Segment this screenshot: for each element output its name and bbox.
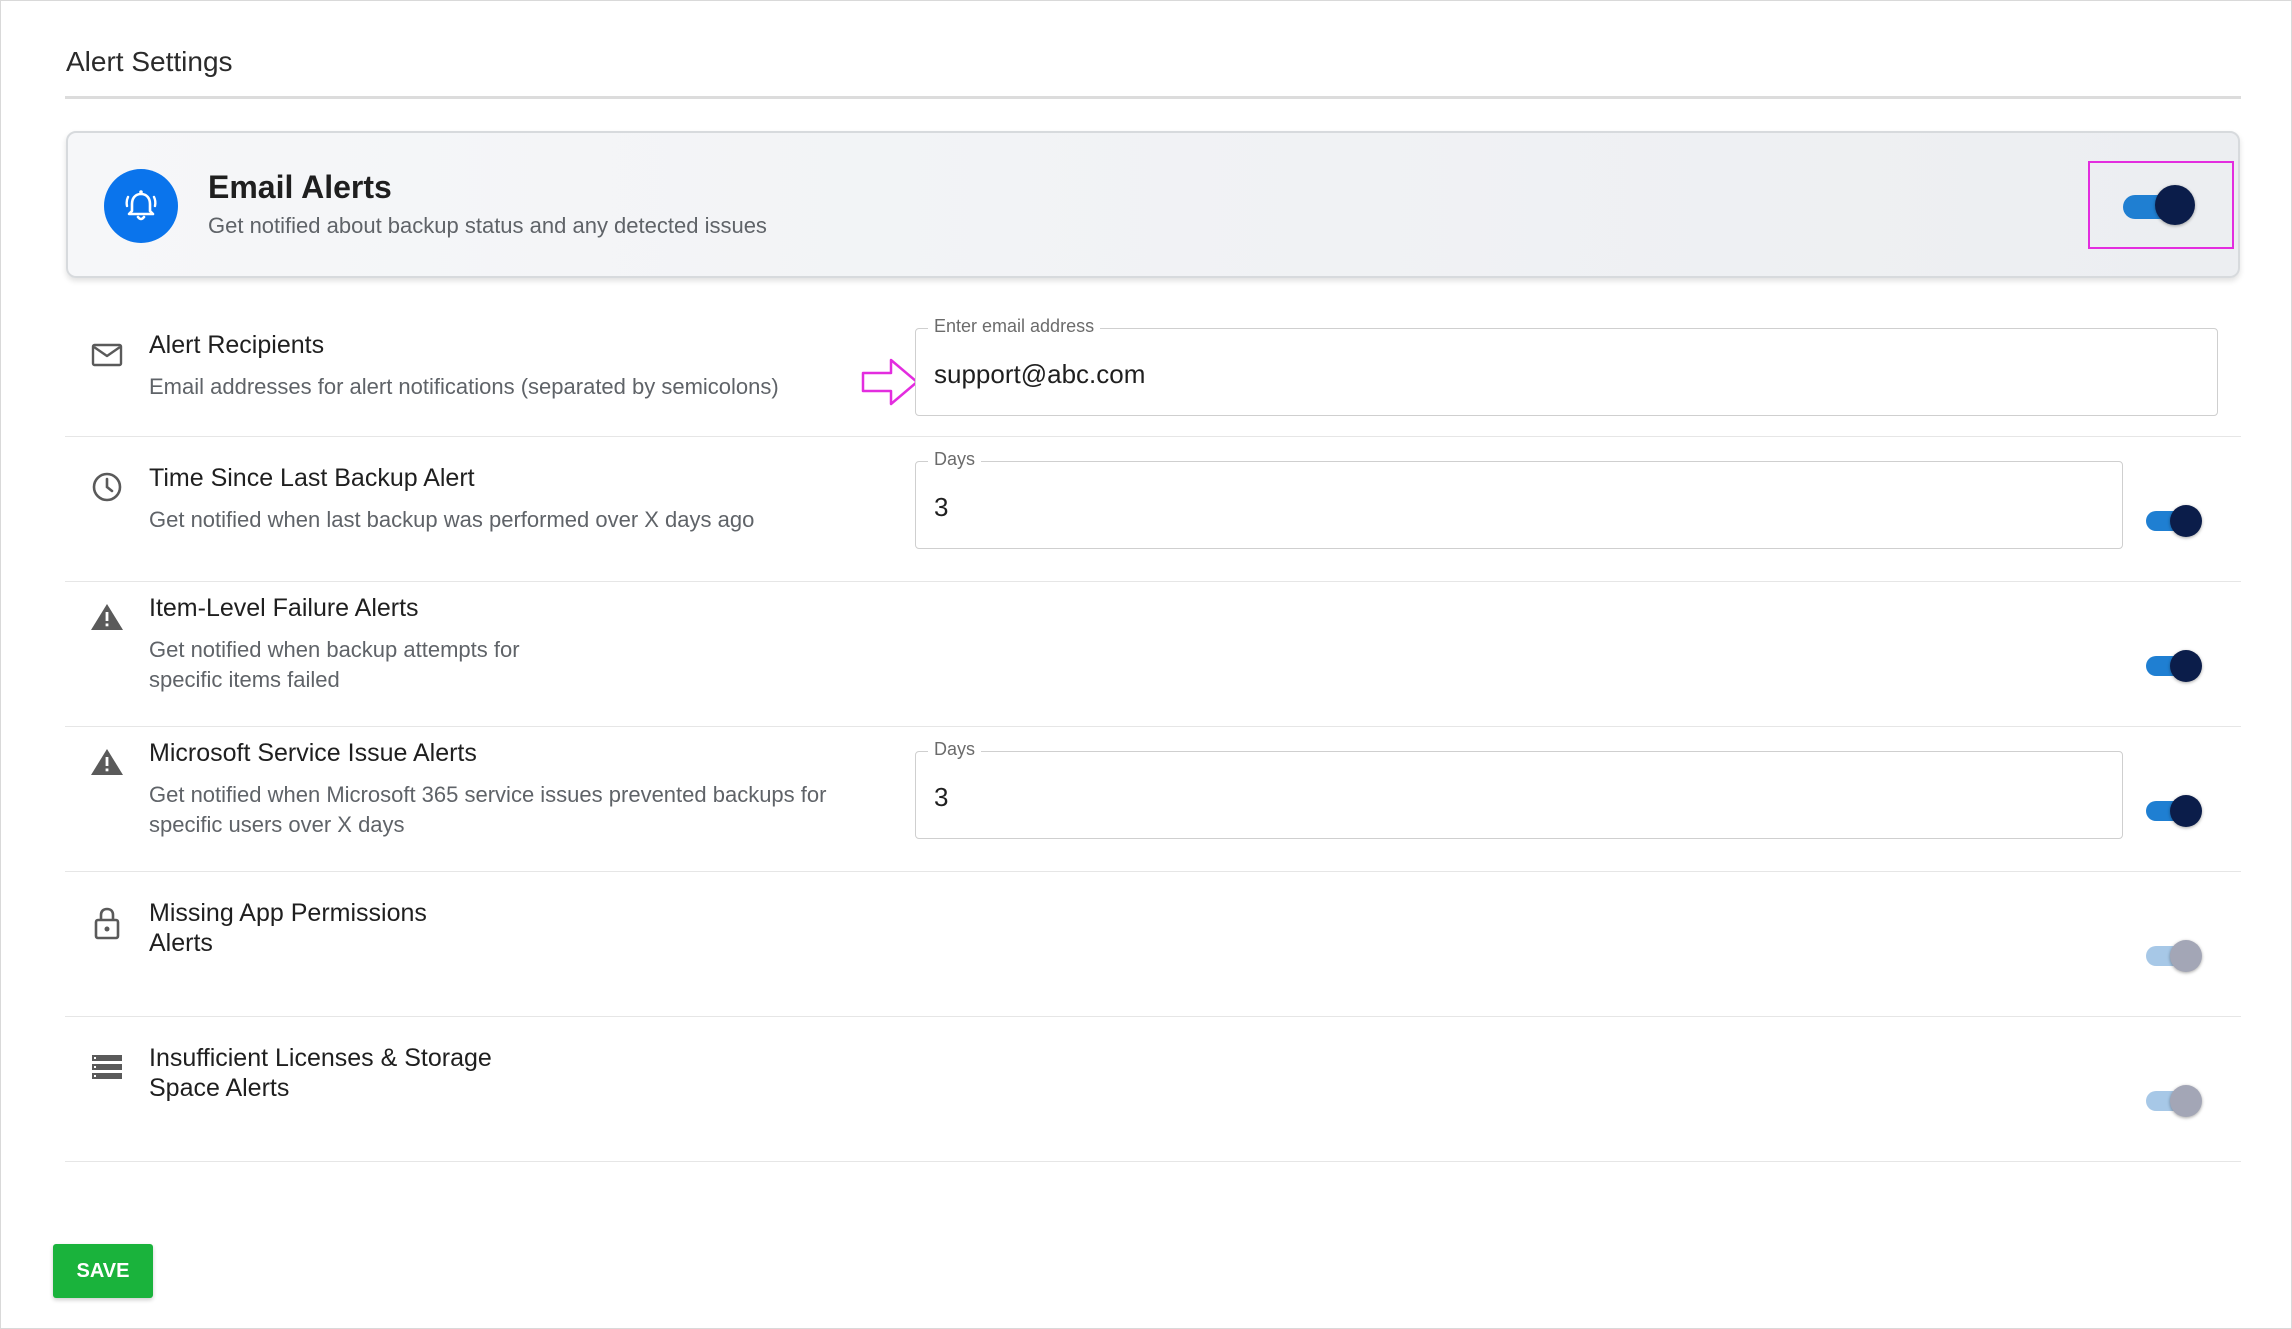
row-divider xyxy=(65,1161,2241,1162)
ms-service-toggle[interactable] xyxy=(2146,792,2202,828)
ms-service-days-input[interactable]: Days 3 xyxy=(915,739,2123,839)
ms-service-title: Microsoft Service Issue Alerts xyxy=(149,739,477,767)
warning-icon xyxy=(90,600,124,634)
email-field-value: support@abc.com xyxy=(934,359,1146,389)
page-title: Alert Settings xyxy=(66,46,233,77)
row-divider xyxy=(65,436,2241,437)
arrow-annotation xyxy=(861,356,921,408)
warning-icon xyxy=(90,745,124,779)
lock-icon xyxy=(90,906,124,940)
row-divider xyxy=(65,726,2241,727)
last-backup-description: Get notified when last backup was perfor… xyxy=(149,507,755,532)
toggle-knob xyxy=(2170,505,2202,537)
row-divider xyxy=(65,871,2241,872)
email-recipients-input[interactable]: Enter email address support@abc.com xyxy=(915,316,2218,416)
row-divider xyxy=(65,581,2241,582)
toggle-knob xyxy=(2170,795,2202,827)
storage-icon xyxy=(90,1050,124,1084)
alert-recipients-description: Email addresses for alert notifications … xyxy=(149,374,779,399)
save-button[interactable]: SAVE xyxy=(53,1244,153,1298)
licenses-storage-title-line1: Insufficient Licenses & Storage xyxy=(149,1044,492,1072)
highlight-annotation xyxy=(2088,161,2234,249)
ms-service-description-line1: Get notified when Microsoft 365 service … xyxy=(149,782,827,807)
toggle-knob xyxy=(2170,650,2202,682)
licenses-storage-toggle[interactable] xyxy=(2146,1082,2202,1118)
days-field-value: 3 xyxy=(934,782,949,812)
item-failure-title: Item-Level Failure Alerts xyxy=(149,594,419,622)
last-backup-days-input[interactable]: Days 3 xyxy=(915,449,2123,549)
app-permissions-title-line2: Alerts xyxy=(149,929,213,957)
licenses-storage-title-line2: Space Alerts xyxy=(149,1074,290,1102)
last-backup-toggle[interactable] xyxy=(2146,502,2202,538)
title-divider xyxy=(65,96,2241,99)
mail-icon xyxy=(90,338,124,372)
toggle-knob xyxy=(2170,1085,2202,1117)
item-failure-toggle[interactable] xyxy=(2146,647,2202,683)
last-backup-title: Time Since Last Backup Alert xyxy=(149,464,475,492)
item-failure-description-line2: specific items failed xyxy=(149,667,340,692)
row-divider xyxy=(65,1016,2241,1017)
app-permissions-toggle[interactable] xyxy=(2146,937,2202,973)
email-field-label: Enter email address xyxy=(928,316,1101,337)
app-permissions-title-line1: Missing App Permissions xyxy=(149,899,427,927)
email-alerts-subtitle: Get notified about backup status and any… xyxy=(208,213,767,238)
bell-icon xyxy=(104,169,178,243)
days-field-label: Days xyxy=(928,449,982,470)
toggle-knob xyxy=(2170,940,2202,972)
email-alerts-card: Email Alerts Get notified about backup s… xyxy=(66,131,2240,278)
ms-service-description-line2: specific users over X days xyxy=(149,812,405,837)
item-failure-description-line1: Get notified when backup attempts for xyxy=(149,637,520,662)
days-field-value: 3 xyxy=(934,492,949,522)
clock-icon xyxy=(90,470,124,504)
days-field-label: Days xyxy=(928,739,982,760)
email-alerts-title: Email Alerts xyxy=(208,169,392,205)
alert-recipients-title: Alert Recipients xyxy=(149,331,325,359)
